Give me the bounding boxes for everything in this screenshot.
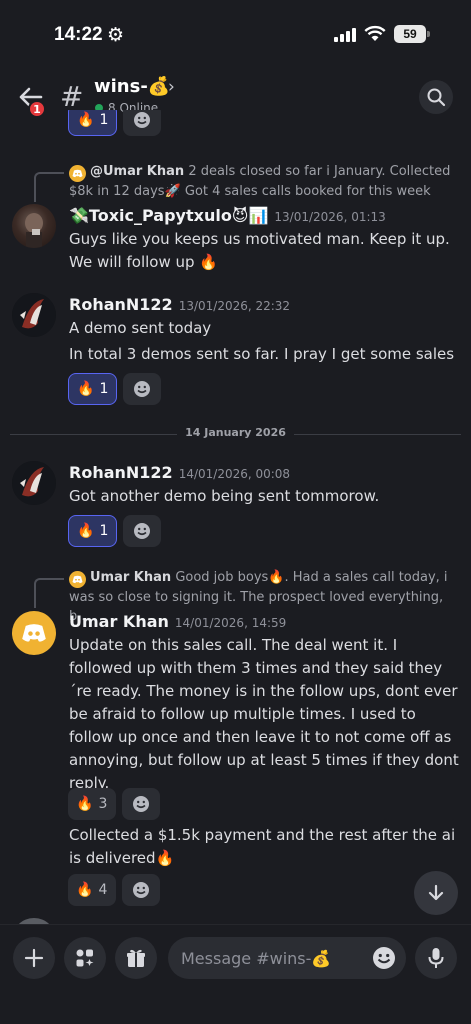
reaction-count: 1 bbox=[99, 112, 109, 128]
avatar-image bbox=[12, 293, 56, 337]
avatar[interactable] bbox=[12, 204, 56, 248]
arrow-down-icon bbox=[428, 884, 444, 901]
reaction-count: 3 bbox=[98, 796, 108, 812]
add-reaction-button[interactable] bbox=[123, 515, 162, 547]
emoji-picker-icon[interactable] bbox=[372, 946, 396, 970]
discord-logo-icon bbox=[69, 571, 86, 588]
date-divider: 14 January 2026 bbox=[10, 424, 461, 444]
message-author[interactable]: RohanN122 bbox=[69, 463, 173, 482]
message-line: A demo sent today bbox=[69, 319, 212, 337]
battery-indicator: 59 bbox=[394, 25, 426, 43]
gift-icon bbox=[127, 949, 145, 967]
search-button[interactable] bbox=[419, 80, 453, 114]
message-item[interactable]: RohanN122 13/01/2026, 22:32 A demo sent t… bbox=[0, 293, 471, 408]
reply-connector bbox=[34, 172, 64, 202]
add-attachment-button[interactable] bbox=[13, 937, 55, 979]
channel-hash-icon: # bbox=[60, 80, 84, 113]
fire-reaction-button[interactable]: 🔥 1 bbox=[68, 110, 118, 136]
fire-reaction-button[interactable]: 🔥 1 bbox=[68, 373, 118, 405]
discord-logo-icon bbox=[69, 165, 86, 182]
message-author[interactable]: 💸Toxic_Papytxulo😈📊 bbox=[69, 206, 268, 225]
fire-reaction-button[interactable]: 🔥 1 bbox=[68, 515, 118, 547]
reply-author: Umar Khan bbox=[90, 570, 172, 585]
message-input[interactable] bbox=[181, 937, 361, 979]
wifi-icon bbox=[364, 25, 386, 41]
apps-button[interactable] bbox=[64, 937, 106, 979]
avatar[interactable] bbox=[12, 611, 56, 655]
reaction-count: 1 bbox=[99, 523, 109, 539]
message-item[interactable]: @Umar Khan 2 deals closed so far i Janua… bbox=[0, 158, 471, 278]
settings-gear-icon: ⚙ bbox=[107, 24, 125, 46]
status-time: 14:22 bbox=[54, 24, 103, 45]
avatar-image bbox=[12, 461, 56, 505]
fire-icon: 🔥 bbox=[77, 523, 95, 539]
plus-icon bbox=[24, 948, 44, 968]
smiley-add-icon bbox=[134, 381, 151, 397]
search-icon bbox=[427, 88, 446, 107]
jump-to-bottom-button[interactable] bbox=[414, 871, 458, 915]
fire-reaction-button[interactable]: 🔥 3 bbox=[68, 788, 116, 820]
message-text: Update on this sales call. The deal went… bbox=[69, 636, 459, 792]
message-composer bbox=[0, 924, 471, 1024]
fire-icon: 🔥 bbox=[76, 882, 94, 898]
discord-logo-icon bbox=[22, 624, 46, 642]
message-line: In total 3 demos sent so far. I pray I g… bbox=[69, 345, 455, 363]
add-reaction-button[interactable] bbox=[123, 373, 162, 405]
message-timestamp: 13/01/2026, 22:32 bbox=[178, 299, 291, 313]
smiley-add-icon bbox=[134, 112, 151, 128]
reply-preview[interactable]: @Umar Khan 2 deals closed so far i Janua… bbox=[69, 162, 459, 201]
message-timestamp: 13/01/2026, 01:13 bbox=[274, 210, 386, 224]
smiley-add-icon bbox=[133, 796, 149, 812]
fire-icon: 🔥 bbox=[77, 381, 95, 397]
reply-author: @Umar Khan bbox=[90, 164, 185, 179]
message-text: Guys like you keeps us motivated man. Ke… bbox=[69, 230, 450, 271]
apps-icon bbox=[76, 949, 94, 967]
channel-title[interactable]: wins-💰 bbox=[94, 76, 170, 97]
reply-connector bbox=[34, 578, 64, 608]
message-item[interactable]: Umar Khan Good job boys🔥. Had a sales ca… bbox=[0, 566, 471, 936]
smiley-add-icon bbox=[133, 882, 149, 898]
fire-icon: 🔥 bbox=[76, 796, 94, 812]
avatar-image bbox=[25, 213, 43, 248]
reaction-count: 1 bbox=[99, 381, 109, 397]
message-timestamp: 14/01/2026, 14:59 bbox=[174, 616, 287, 630]
avatar[interactable] bbox=[12, 293, 56, 337]
fire-icon: 🔥 bbox=[77, 112, 95, 128]
message-text: Got another demo being sent tommorow. bbox=[69, 487, 380, 505]
reaction-count: 4 bbox=[98, 882, 108, 898]
add-reaction-button[interactable] bbox=[122, 788, 160, 820]
gift-button[interactable] bbox=[115, 937, 157, 979]
message-timestamp: 14/01/2026, 00:08 bbox=[178, 467, 291, 481]
battery-cap bbox=[427, 31, 430, 37]
cellular-signal-icon bbox=[334, 28, 356, 42]
message-list[interactable]: 🔥 1 @Umar Khan 2 deals closed so far i J… bbox=[0, 110, 471, 936]
avatar[interactable] bbox=[12, 461, 56, 505]
message-input-container[interactable] bbox=[168, 937, 406, 979]
add-reaction-button[interactable] bbox=[123, 110, 162, 136]
chevron-right-icon[interactable]: › bbox=[168, 77, 175, 97]
message-author[interactable]: Umar Khan bbox=[69, 612, 169, 631]
message-text-followup: Collected a $1.5k payment and the rest a… bbox=[69, 826, 456, 867]
voice-message-button[interactable] bbox=[415, 937, 457, 979]
smiley-add-icon bbox=[134, 523, 151, 539]
microphone-icon bbox=[428, 948, 444, 968]
status-bar: 14:22 ⚙ 59 bbox=[0, 0, 471, 68]
add-reaction-button[interactable] bbox=[122, 874, 160, 906]
date-divider-label: 14 January 2026 bbox=[177, 426, 294, 439]
fire-reaction-button[interactable]: 🔥 4 bbox=[68, 874, 116, 906]
message-item[interactable]: RohanN122 14/01/2026, 00:08 Got another d… bbox=[0, 461, 471, 551]
message-author[interactable]: RohanN122 bbox=[69, 295, 173, 314]
